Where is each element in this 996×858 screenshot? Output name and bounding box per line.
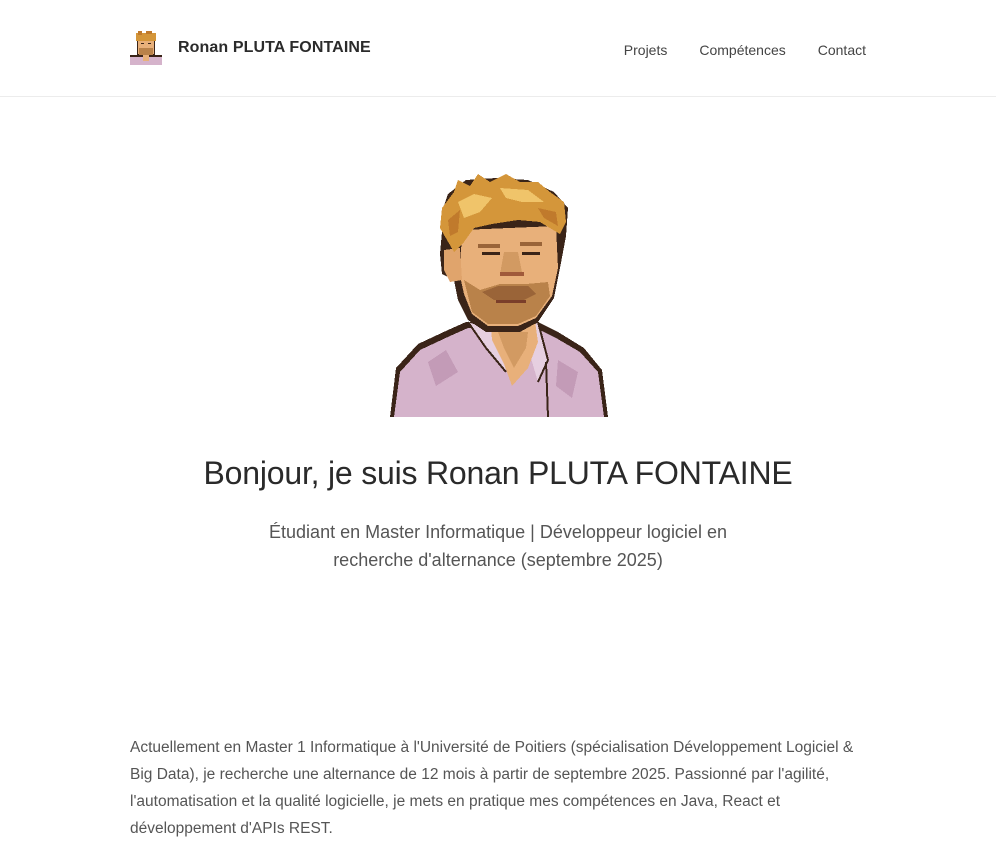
site-header: Ronan PLUTA FONTAINE Projets Compétences… [0,0,996,97]
site-owner-name: Ronan PLUTA FONTAINE [178,39,371,56]
nav-link-competences[interactable]: Compétences [699,40,785,60]
pixel-art-portrait [390,174,608,417]
nav-link-projets[interactable]: Projets [624,40,668,60]
hero-subtitle: Étudiant en Master Informatique | Dévelo… [269,522,727,570]
brand-home-link[interactable]: Ronan PLUTA FONTAINE [130,31,371,65]
main-nav: Projets Compétences Contact [624,40,866,60]
hero-title: Bonjour, je suis Ronan PLUTA FONTAINE [203,455,793,491]
nav-link-contact[interactable]: Contact [818,40,866,60]
intro-paragraph: Actuellement en Master 1 Informatique à … [130,739,854,837]
avatar-icon [130,31,162,65]
